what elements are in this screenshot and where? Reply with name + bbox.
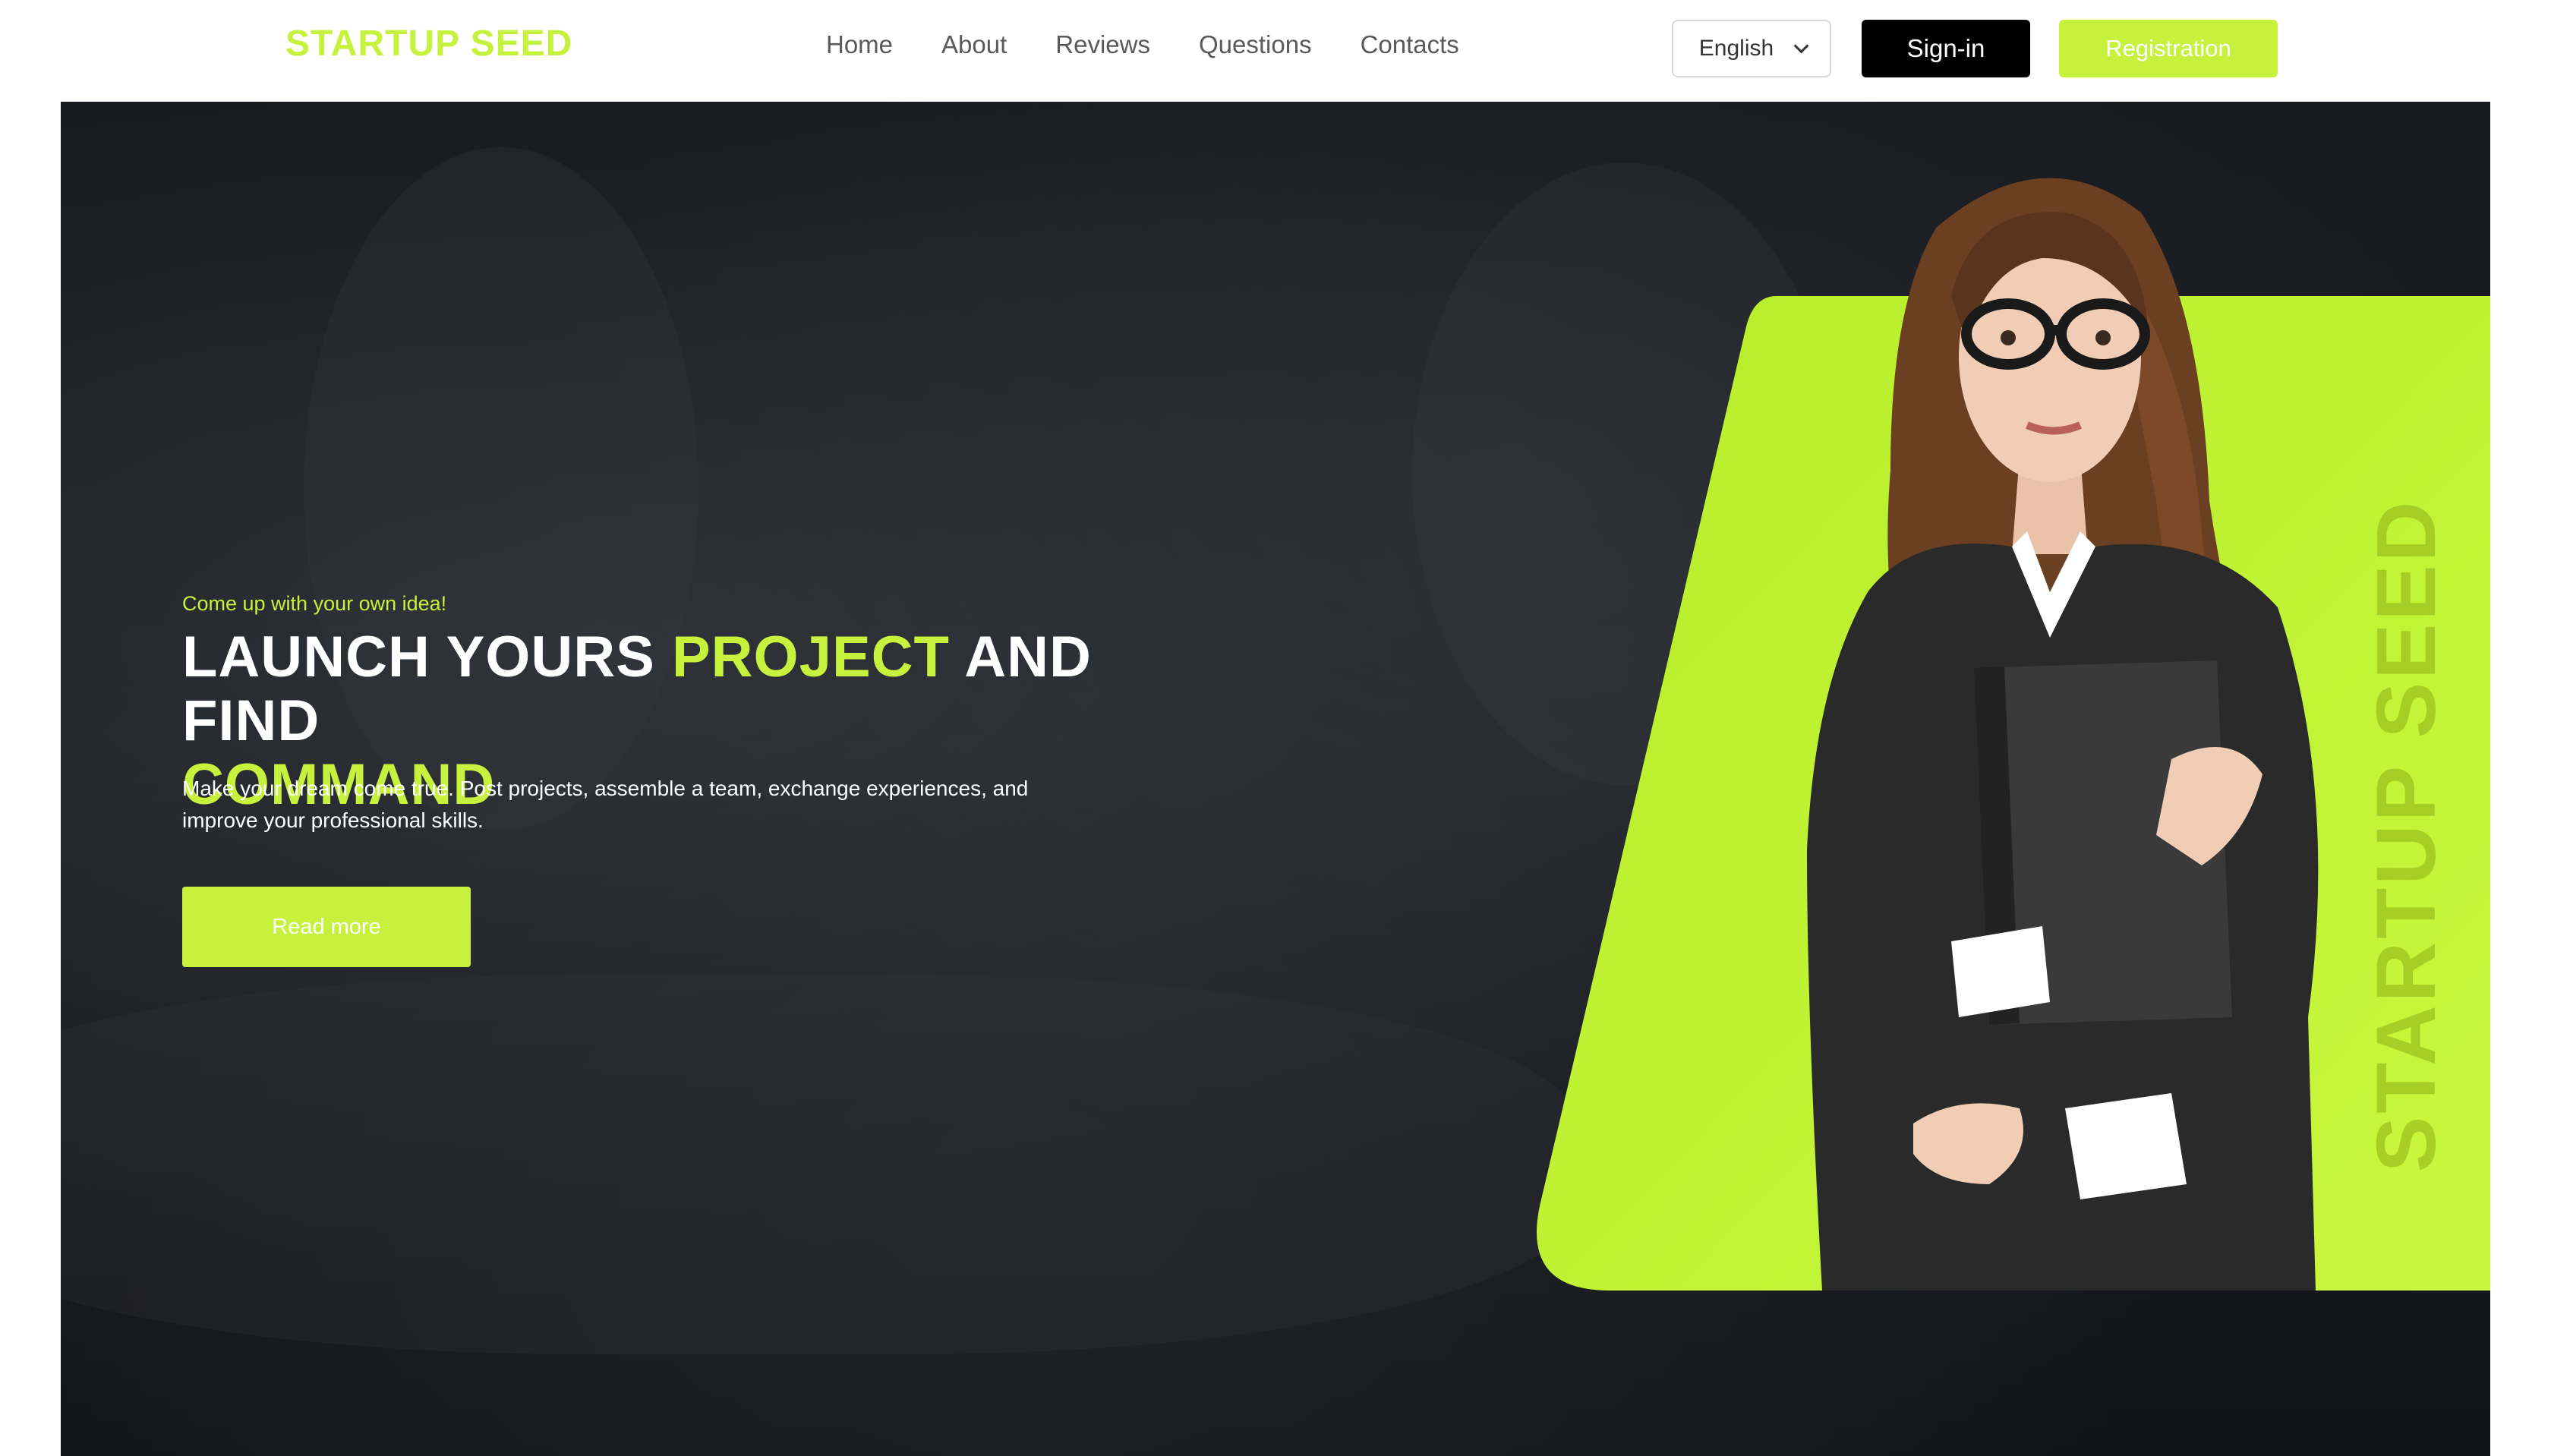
headline-highlight-project: PROJECT [671,625,950,689]
signin-label: Sign-in [1906,34,1985,62]
nav-reviews[interactable]: Reviews [1055,30,1150,59]
read-more-button[interactable]: Read more [182,887,471,967]
hero-tagline: Come up with your own idea! [182,592,447,615]
read-more-label: Read more [272,914,381,939]
headline-text: LAUNCH YOURS [182,625,672,689]
registration-button[interactable]: Registration [2059,20,2278,77]
main-nav: Home About Reviews Questions Contacts [826,30,1459,59]
woman-with-folder-image [1807,178,2319,1291]
nav-questions[interactable]: Questions [1199,30,1312,59]
nav-about[interactable]: About [941,30,1007,59]
chevron-down-icon [1793,38,1809,54]
site-header: STARTUP SEED Home About Reviews Question… [61,0,2490,102]
nav-contacts[interactable]: Contacts [1361,30,1459,59]
background-desk [61,975,1579,1354]
page: STARTUP SEED Home About Reviews Question… [61,0,2490,1456]
nav-home[interactable]: Home [826,30,893,59]
registration-label: Registration [2105,35,2231,61]
hero-description: Make your dream come true. Post projects… [182,777,1029,832]
logo[interactable]: STARTUP SEED [285,23,572,65]
language-label: English [1698,36,1774,61]
language-select[interactable]: English [1672,20,1831,77]
signin-button[interactable]: Sign-in [1862,20,2030,77]
